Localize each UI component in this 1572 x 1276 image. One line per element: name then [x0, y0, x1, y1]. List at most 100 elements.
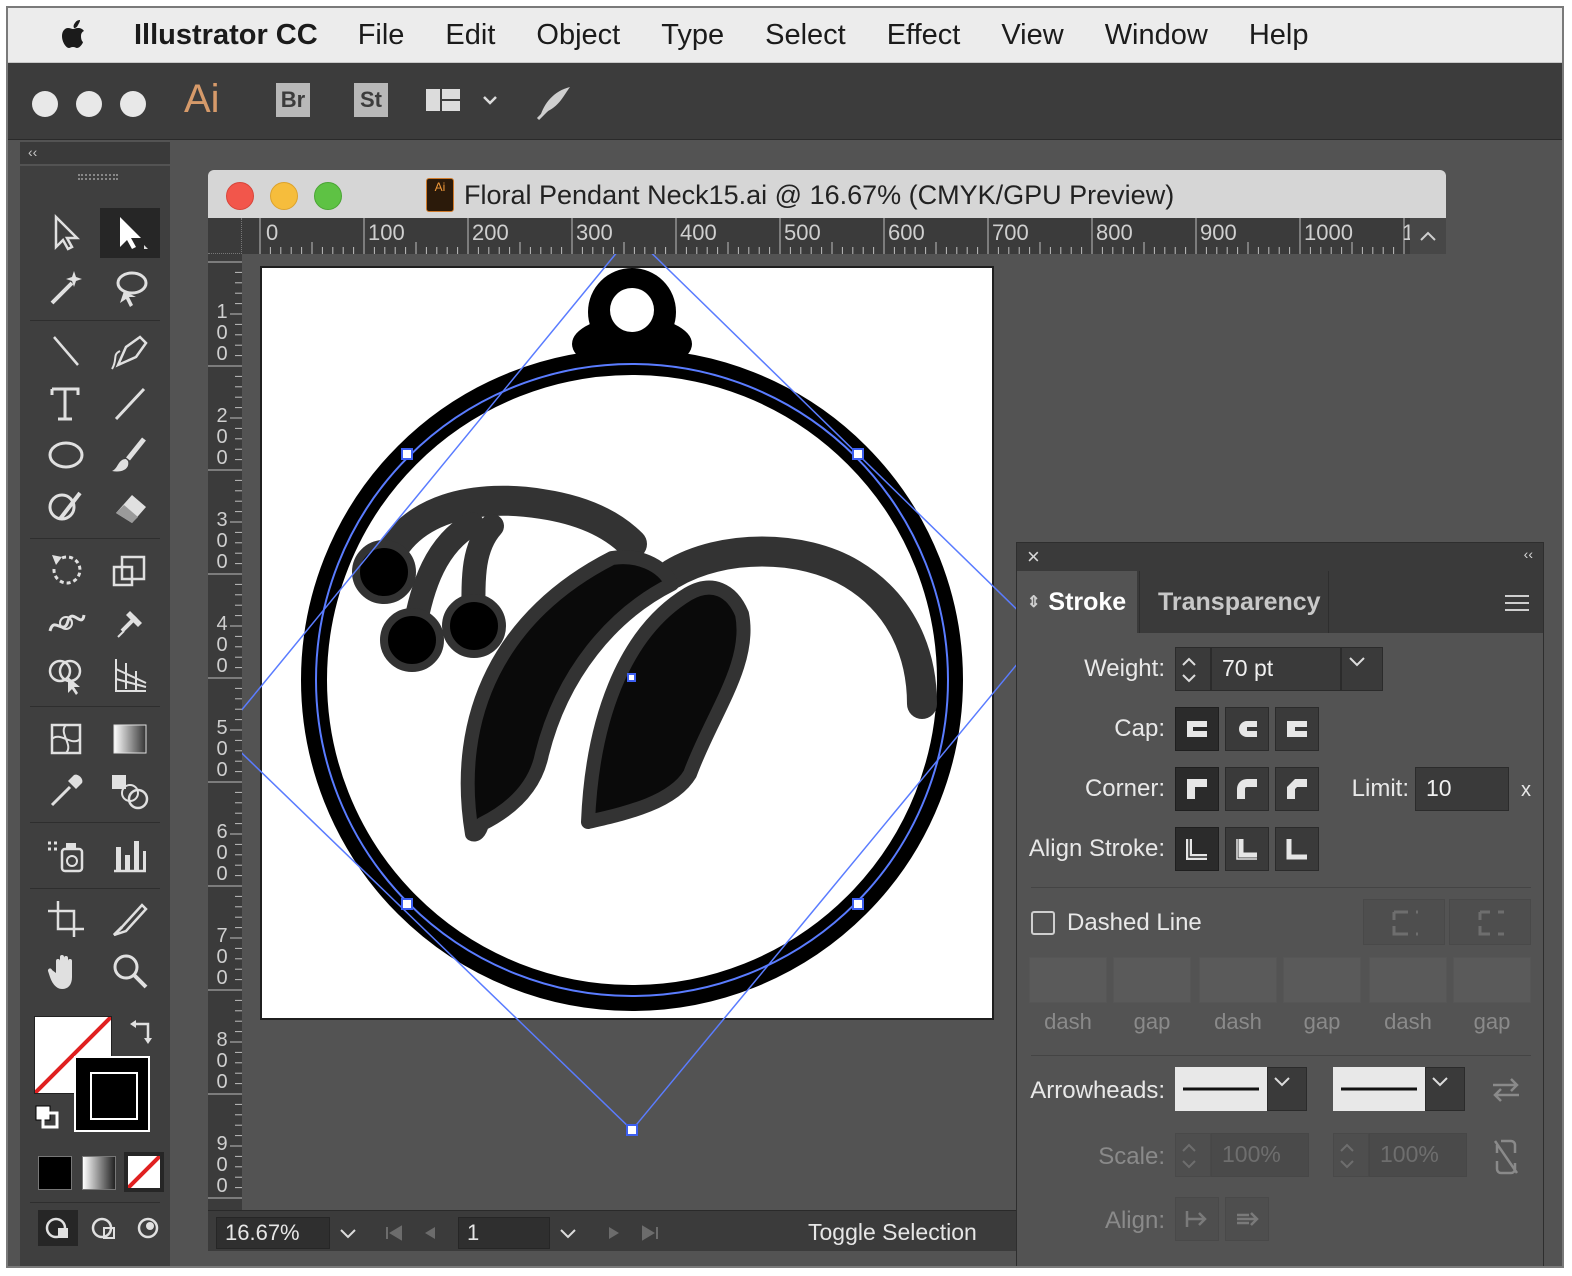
menu-window[interactable]: Window: [1105, 19, 1208, 52]
gpu-performance-icon[interactable]: [534, 83, 574, 123]
menu-select[interactable]: Select: [765, 19, 846, 52]
preserve-dash-button[interactable]: [1363, 899, 1445, 945]
mesh-tool-icon[interactable]: [36, 714, 96, 764]
miter-limit-input[interactable]: 10: [1415, 767, 1509, 811]
start-arrowhead-dropdown[interactable]: [1267, 1067, 1307, 1111]
doc-close-button[interactable]: [226, 182, 254, 210]
puppet-warp-tool-icon[interactable]: [100, 598, 160, 648]
miter-join-button[interactable]: [1175, 767, 1219, 811]
perspective-grid-tool-icon[interactable]: [100, 650, 160, 700]
direct-selection-tool-icon[interactable]: [100, 208, 160, 258]
tools-panel-header[interactable]: ‹‹: [20, 142, 170, 164]
dashed-line-checkbox[interactable]: [1031, 911, 1055, 935]
start-scale-input[interactable]: 100%: [1211, 1133, 1309, 1177]
stock-button[interactable]: St: [354, 83, 388, 117]
end-arrowhead-dropdown[interactable]: [1425, 1067, 1465, 1111]
end-scale-stepper[interactable]: [1333, 1133, 1369, 1177]
menu-type[interactable]: Type: [661, 19, 724, 52]
align-dash-button[interactable]: [1449, 899, 1531, 945]
artboard-dropdown[interactable]: [550, 1217, 586, 1249]
line-segment-tool-icon[interactable]: [100, 378, 160, 428]
panel-grip[interactable]: [78, 174, 118, 180]
zoom-dropdown[interactable]: [330, 1217, 366, 1249]
paintbrush-tool-icon[interactable]: [100, 430, 160, 480]
rotate-tool-icon[interactable]: [36, 546, 96, 596]
anchor-handle[interactable]: [626, 1124, 638, 1136]
anchor-handle[interactable]: [401, 898, 413, 910]
arrange-documents-icon[interactable]: [424, 87, 504, 117]
eyedropper-tool-icon[interactable]: [36, 766, 96, 816]
weight-dropdown[interactable]: [1341, 647, 1383, 691]
zoom-tool-icon[interactable]: [100, 946, 160, 996]
berry-3[interactable]: [442, 594, 506, 658]
tab-transparency[interactable]: Transparency: [1139, 571, 1329, 633]
gradient-tool-icon[interactable]: [100, 714, 160, 764]
selection-tool-icon[interactable]: [36, 208, 96, 258]
menu-help[interactable]: Help: [1249, 19, 1309, 52]
center-point[interactable]: [627, 673, 636, 682]
anchor-handle[interactable]: [852, 448, 864, 460]
horizontal-ruler[interactable]: 0 100 200 300 400 500 600 700 800 900 10…: [242, 218, 1414, 255]
menu-object[interactable]: Object: [536, 19, 620, 52]
gap-field-2[interactable]: [1283, 957, 1361, 1003]
draw-normal-button[interactable]: [38, 1210, 78, 1246]
none-mode-button[interactable]: [124, 1152, 164, 1192]
anchor-handle[interactable]: [401, 448, 413, 460]
shape-builder-tool-icon[interactable]: [36, 650, 96, 700]
berry-1[interactable]: [352, 540, 416, 604]
next-artboard-button[interactable]: [596, 1217, 632, 1249]
swap-fill-stroke-icon[interactable]: [128, 1018, 156, 1046]
end-scale-input[interactable]: 100%: [1369, 1133, 1467, 1177]
gap-field-1[interactable]: [1113, 957, 1191, 1003]
bridge-button[interactable]: Br: [276, 83, 310, 117]
last-artboard-button[interactable]: [632, 1217, 668, 1249]
align-stroke-inside-button[interactable]: [1225, 827, 1269, 871]
round-join-button[interactable]: [1225, 767, 1269, 811]
window-minimize-button[interactable]: [76, 91, 102, 117]
ellipse-tool-icon[interactable]: [36, 430, 96, 480]
stroke-panel-header[interactable]: × ‹‹: [1017, 543, 1543, 571]
round-cap-button[interactable]: [1225, 707, 1269, 751]
swap-arrowheads-icon[interactable]: [1489, 1075, 1523, 1105]
first-artboard-button[interactable]: [376, 1217, 412, 1249]
berry-2[interactable]: [380, 608, 444, 672]
panel-menu-icon[interactable]: [1505, 595, 1529, 611]
ruler-origin[interactable]: [208, 218, 242, 254]
place-arrow-tip-button[interactable]: [1225, 1197, 1269, 1241]
lasso-tool-icon[interactable]: [100, 262, 160, 312]
menu-file[interactable]: File: [358, 19, 405, 52]
menu-effect[interactable]: Effect: [887, 19, 961, 52]
warp-tool-icon[interactable]: [36, 598, 96, 648]
align-stroke-outside-button[interactable]: [1275, 827, 1319, 871]
stroke-swatch[interactable]: [74, 1056, 150, 1132]
weight-input[interactable]: 70 pt: [1211, 647, 1341, 691]
dash-field-1[interactable]: [1029, 957, 1107, 1003]
scale-tool-icon[interactable]: [100, 546, 160, 596]
close-icon[interactable]: ×: [1027, 544, 1040, 570]
dash-field-3[interactable]: [1369, 957, 1447, 1003]
symbol-sprayer-tool-icon[interactable]: [36, 830, 96, 880]
projecting-cap-button[interactable]: [1275, 707, 1319, 751]
weight-stepper[interactable]: [1175, 647, 1211, 691]
artboard-number-field[interactable]: 1: [458, 1217, 550, 1249]
type-tool-icon[interactable]: [36, 378, 96, 428]
draw-inside-button[interactable]: [128, 1210, 168, 1246]
bevel-join-button[interactable]: [1275, 767, 1319, 811]
eraser-tool-icon[interactable]: [100, 482, 160, 532]
start-scale-stepper[interactable]: [1175, 1133, 1211, 1177]
butt-cap-button[interactable]: [1175, 707, 1219, 751]
collapse-panel-button[interactable]: ‹‹: [1524, 546, 1533, 562]
default-fill-stroke-icon[interactable]: [34, 1104, 60, 1130]
apple-icon[interactable]: [54, 15, 94, 55]
window-zoom-button[interactable]: [120, 91, 146, 117]
gap-field-3[interactable]: [1453, 957, 1531, 1003]
artboard-tool-icon[interactable]: [36, 894, 96, 944]
doc-minimize-button[interactable]: [270, 182, 298, 210]
draw-behind-button[interactable]: [84, 1210, 124, 1246]
doc-zoom-button[interactable]: [314, 182, 342, 210]
app-menu[interactable]: Illustrator CC: [134, 19, 318, 52]
blend-tool-icon[interactable]: [100, 766, 160, 816]
menu-edit[interactable]: Edit: [445, 19, 495, 52]
start-arrowhead-select[interactable]: [1175, 1067, 1267, 1111]
zoom-field[interactable]: 16.67%: [216, 1217, 330, 1249]
